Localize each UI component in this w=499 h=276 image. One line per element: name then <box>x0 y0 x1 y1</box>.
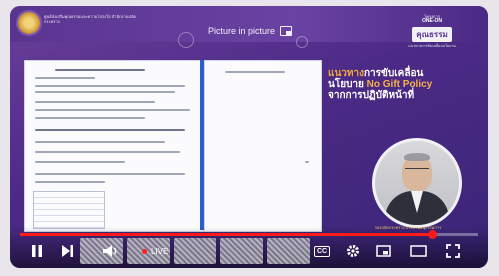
decor-ring <box>178 32 194 48</box>
preview-thumbnail <box>267 238 310 264</box>
progress-bar[interactable] <box>20 230 478 239</box>
headline-line3: จากการปฏิบัติหน้าที่ <box>328 90 415 101</box>
headline: แนวทางการขับเคลื่อน นโยบาย No Gift Polic… <box>328 68 478 101</box>
live-indicator[interactable]: LIVE <box>142 247 168 256</box>
fullscreen-icon <box>446 244 460 258</box>
play-pause-button[interactable] <box>28 242 46 260</box>
speaker-portrait <box>372 138 462 228</box>
document-page-left <box>24 60 204 232</box>
next-icon <box>61 245 73 257</box>
headline-word: การขับเคลื่อน <box>364 68 424 79</box>
org-name: ศูนย์ส่งเสริมคุณธรรมและความโปร่งใส สำนัก… <box>44 14 137 24</box>
pip-label: Picture in picture <box>208 25 276 36</box>
document-table <box>33 191 105 229</box>
captions-button[interactable]: CC <box>312 242 332 260</box>
theater-icon <box>409 245 427 257</box>
picture-in-picture-button[interactable]: Picture in picture <box>208 23 293 38</box>
speaker-hair <box>404 153 430 161</box>
volume-icon <box>103 245 117 257</box>
headline-word: นโยบาย <box>328 79 367 90</box>
document-page-right <box>204 60 322 232</box>
pip-icon <box>280 25 293 36</box>
progress-fill <box>20 233 433 236</box>
preview-thumbnail <box>220 238 264 264</box>
speaker-glasses <box>405 168 429 173</box>
headline-word: แนวทาง <box>328 68 364 79</box>
headline-policy: No Gift Policy <box>366 79 433 90</box>
preview-thumbnail <box>173 238 217 264</box>
cc-icon: CC <box>313 245 331 257</box>
live-label: LIVE <box>151 247 169 256</box>
settings-icon <box>347 245 359 257</box>
volume-button[interactable] <box>100 242 122 260</box>
decor-ring <box>296 36 308 48</box>
brand-big: คุณธรรม <box>412 27 452 42</box>
miniplayer-button[interactable] <box>374 242 392 260</box>
brand-sub: แนวทางการขับเคลื่อนนโยบาย <box>408 44 456 48</box>
next-button[interactable] <box>58 242 76 260</box>
settings-button[interactable] <box>344 242 362 260</box>
video-player[interactable]: ศูนย์ส่งเสริมคุณธรรมและความโปร่งใส สำนัก… <box>10 6 488 268</box>
brand-title: ONE-ON <box>422 18 442 24</box>
fullscreen-button[interactable] <box>444 242 462 260</box>
live-dot-icon <box>142 249 147 254</box>
brand-block: โครงการ ONE-ON คุณธรรม แนวทางการขับเคลื่… <box>386 14 478 49</box>
miniplayer-icon <box>375 245 391 257</box>
theater-mode-button[interactable] <box>408 242 428 260</box>
play-pause-icon <box>32 245 42 257</box>
logo-icon <box>18 12 40 34</box>
